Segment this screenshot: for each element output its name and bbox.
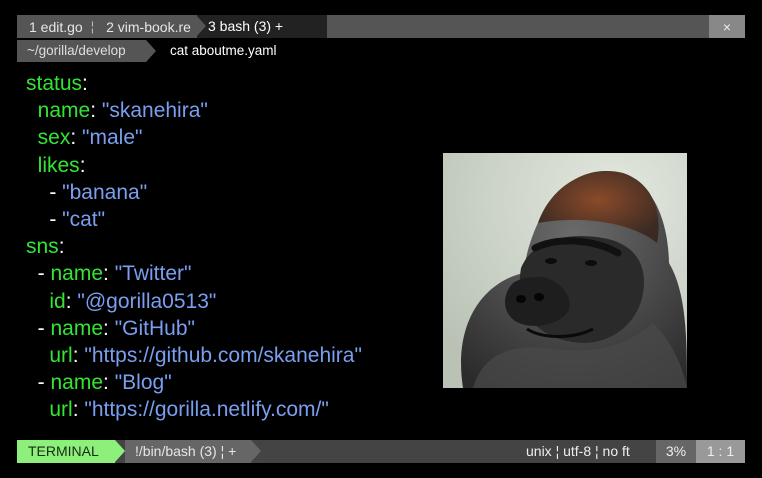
tab-edit-go[interactable]: 1 edit.go [17, 19, 83, 35]
yaml-colon: : [72, 398, 85, 422]
yaml-key: id [49, 289, 66, 313]
yaml-dash: - [37, 316, 51, 340]
yaml-colon: : [58, 235, 65, 259]
yaml-line: url: "https://github.com/skanehira" [26, 342, 362, 369]
terminal-output: status: name: "skanehira" sex: "male" li… [26, 70, 362, 423]
yaml-value: "@gorilla0513" [77, 289, 217, 313]
yaml-key: status [26, 72, 83, 95]
yaml-colon: : [65, 289, 78, 313]
mode-indicator: TERMINAL [17, 440, 125, 463]
close-icon: × [722, 18, 732, 35]
yaml-colon: : [103, 316, 115, 340]
yaml-colon: : [82, 72, 88, 95]
tab-list: 1 edit.go ¦ 2 vim-book.re [17, 15, 191, 38]
yaml-dash: - [37, 262, 51, 286]
yaml-value: "GitHub" [114, 316, 195, 340]
yaml-line: - name: "Blog" [26, 369, 362, 396]
tab-bash-label: 3 bash (3) + [208, 18, 284, 34]
yaml-line: sns: [26, 233, 362, 260]
yaml-dash: - [49, 180, 63, 204]
yaml-colon: : [70, 126, 83, 150]
close-button[interactable]: × [709, 15, 745, 38]
cursor-position: 1 : 1 [696, 440, 745, 463]
yaml-key: url [49, 398, 73, 422]
yaml-colon: : [90, 99, 102, 123]
yaml-value: "skanehira" [101, 99, 208, 123]
yaml-value: "cat" [62, 207, 106, 231]
current-directory: ~/gorilla/develop [17, 40, 156, 62]
status-bar: TERMINAL !/bin/bash (3) ¦ + unix ¦ utf-8… [17, 440, 745, 463]
yaml-key: name [50, 316, 104, 340]
yaml-value: "Blog" [114, 371, 172, 395]
scroll-percent: 3% [656, 440, 696, 463]
yaml-key: likes [37, 153, 80, 177]
yaml-line: - "banana" [26, 179, 362, 206]
yaml-value: "Twitter" [114, 262, 192, 286]
yaml-key: sns [26, 235, 59, 259]
gorilla-photo [443, 153, 687, 388]
yaml-value: "male" [82, 126, 143, 150]
yaml-line: url: "https://gorilla.netlify.com/" [26, 396, 362, 423]
yaml-colon: : [72, 343, 85, 367]
yaml-line: id: "@gorilla0513" [26, 288, 362, 315]
tab-bar: 1 edit.go ¦ 2 vim-book.re 3 bash (3) + × [17, 15, 745, 38]
yaml-dash: - [49, 207, 63, 231]
yaml-key: sex [37, 126, 71, 150]
file-info: unix ¦ utf-8 ¦ no ft [526, 443, 630, 459]
yaml-dash: - [37, 371, 51, 395]
yaml-line: status: [26, 70, 362, 97]
yaml-value: "https://github.com/skanehira" [84, 343, 362, 367]
yaml-key: name [50, 371, 104, 395]
shell-info: !/bin/bash (3) ¦ + [125, 440, 261, 463]
prompt-bar: ~/gorilla/develop cat aboutme.yaml [17, 40, 745, 62]
tab-separator: ¦ [90, 19, 95, 34]
yaml-line: name: "skanehira" [26, 97, 362, 124]
yaml-line: sex: "male" [26, 124, 362, 151]
yaml-key: url [49, 343, 73, 367]
yaml-colon: : [103, 371, 115, 395]
yaml-value: "https://gorilla.netlify.com/" [84, 398, 329, 422]
yaml-line: - "cat" [26, 206, 362, 233]
gorilla-illustration [443, 153, 687, 388]
yaml-key: name [37, 99, 91, 123]
yaml-key: name [50, 262, 104, 286]
command-text: cat aboutme.yaml [170, 43, 277, 58]
yaml-colon: : [103, 262, 115, 286]
tab-vim-book[interactable]: 2 vim-book.re [94, 19, 191, 35]
yaml-value: "banana" [62, 180, 148, 204]
yaml-line: - name: "Twitter" [26, 260, 362, 287]
yaml-colon: : [79, 153, 86, 177]
yaml-line: - name: "GitHub" [26, 315, 362, 342]
yaml-line: likes: [26, 152, 362, 179]
tab-bash-active[interactable]: 3 bash (3) + [196, 15, 327, 38]
